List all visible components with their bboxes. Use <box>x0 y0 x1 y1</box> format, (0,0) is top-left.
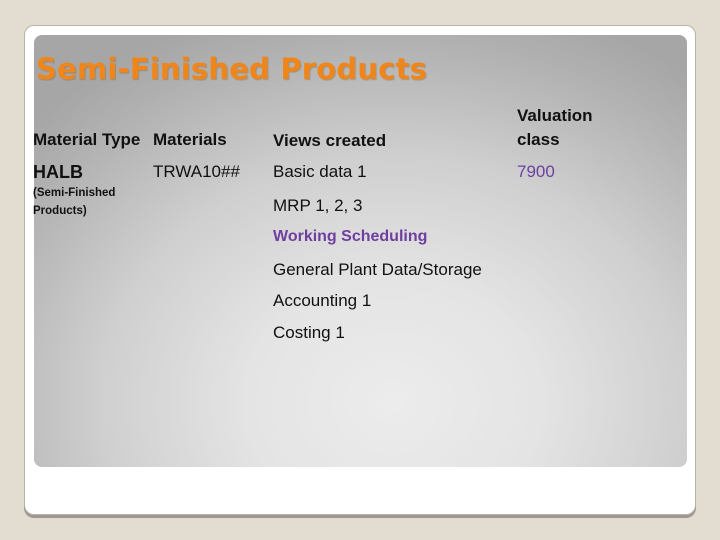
header-valuation-class-line2: class <box>517 130 560 149</box>
slide-content-panel <box>34 35 687 467</box>
view-item-highlighted: Working Scheduling <box>273 228 428 245</box>
materials-value: TRWA10## <box>153 162 240 181</box>
view-item: Costing 1 <box>273 323 345 342</box>
slide-title: Semi-Finished Products <box>36 52 428 86</box>
view-item: MRP 1, 2, 3 <box>273 196 363 215</box>
header-material-type: Material Type <box>33 130 141 149</box>
valuation-class-value: 7900 <box>517 162 555 181</box>
header-valuation-class-line1: Valuation <box>517 106 593 125</box>
view-item: Accounting 1 <box>273 291 372 310</box>
material-type-description-line2: Products) <box>33 205 87 217</box>
material-type-description-line1: (Semi-Finished <box>33 187 116 199</box>
view-item: General Plant Data/Storage <box>273 260 482 279</box>
view-item: Basic data 1 <box>273 162 367 181</box>
header-views-created: Views created <box>273 131 387 150</box>
material-type-code: HALB <box>33 162 83 182</box>
header-materials: Materials <box>153 130 227 149</box>
